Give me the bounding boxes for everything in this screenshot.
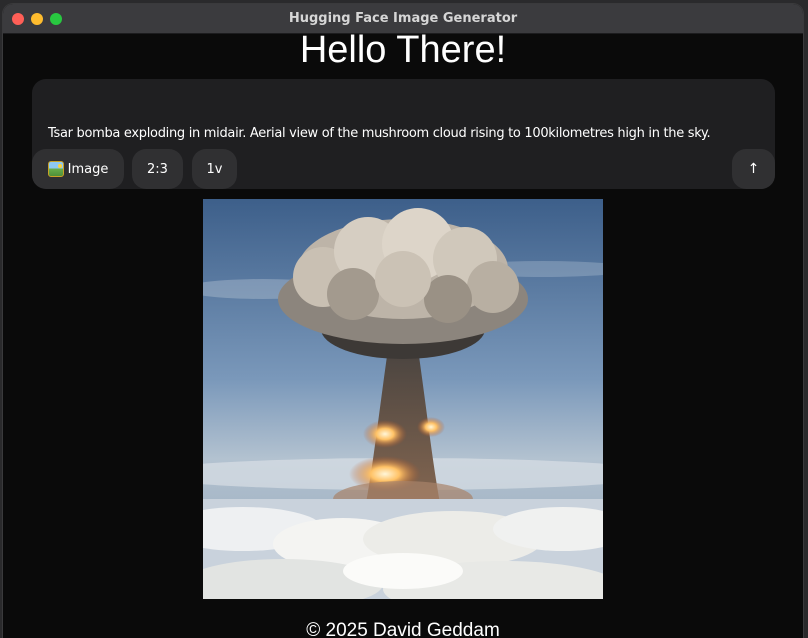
send-button[interactable]: ↑	[732, 149, 775, 189]
app-window: Hugging Face Image Generator Hello There…	[3, 4, 803, 638]
window-title: Hugging Face Image Generator	[288, 11, 518, 26]
prompt-card: Tsar bomba exploding in midair. Aerial v…	[32, 79, 775, 189]
generated-image	[203, 199, 603, 599]
page-heading: Hello There!	[299, 29, 507, 71]
framed-picture-icon	[47, 161, 64, 177]
aspect-ratio-label: 2:3	[147, 161, 168, 177]
mushroom-cloud-image	[203, 199, 603, 599]
image-mode-label: Image	[67, 161, 109, 177]
prompt-input[interactable]: Tsar bomba exploding in midair. Aerial v…	[48, 126, 711, 141]
version-label: 1v	[206, 161, 223, 177]
arrow-up-icon: ↑	[747, 161, 760, 177]
image-mode-button[interactable]: Image	[32, 149, 124, 189]
aspect-ratio-button[interactable]: 2:3	[132, 149, 183, 189]
footer-copyright: © 2025 David Geddam	[306, 620, 500, 638]
version-button[interactable]: 1v	[192, 149, 237, 189]
